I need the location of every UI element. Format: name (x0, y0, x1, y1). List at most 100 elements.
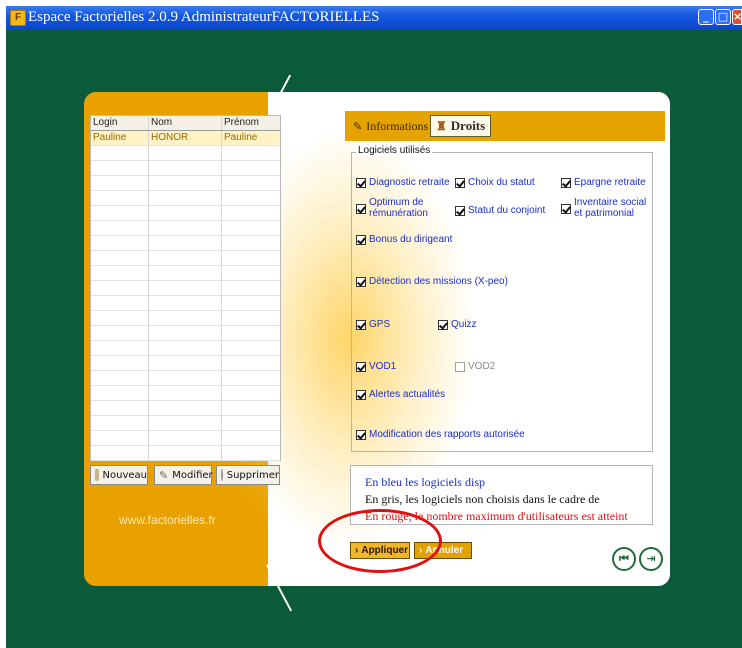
table-cell-empty (222, 281, 280, 295)
minimize-icon[interactable]: _ (698, 9, 714, 25)
table-cell-empty (91, 416, 149, 430)
table-row-empty (91, 326, 280, 341)
table-cell-empty (149, 206, 222, 220)
column-header-prenom[interactable]: Prénom (222, 116, 280, 130)
checkbox-optimum-remuneration[interactable]: Optimum de rémunération (356, 197, 438, 219)
table-cell-empty (91, 326, 149, 340)
new-user-button[interactable]: Nouveau (90, 465, 148, 485)
checkbox-choix-du-statut[interactable]: Choix du statut (455, 177, 535, 188)
table-cell-empty (91, 386, 149, 400)
cancel-label: Annuler (425, 545, 464, 556)
table-cell-empty (91, 176, 149, 190)
users-table[interactable]: Login Nom Prénom Pauline HONOR Pauline (90, 115, 281, 461)
checkbox-bonus-dirigeant[interactable]: Bonus du dirigeant (356, 234, 452, 245)
table-row-empty (91, 251, 280, 266)
checkbox-quizz[interactable]: Quizz (438, 319, 477, 330)
checkbox-label: Détection des missions (X-peo) (369, 276, 508, 287)
table-row-empty (91, 341, 280, 356)
close-icon[interactable]: × (732, 9, 742, 25)
cancel-button[interactable]: › Annuler (414, 542, 472, 559)
chevron-right-icon: › (355, 545, 359, 556)
checkbox-vod1[interactable]: VOD1 (356, 361, 396, 372)
checkbox-label: VOD2 (468, 361, 496, 372)
table-cell-empty (91, 371, 149, 385)
apply-button[interactable]: › Appliquer (350, 542, 410, 559)
table-cell-empty (149, 356, 222, 370)
delete-user-label: Supprimer (226, 469, 279, 481)
checkbox-modification-rapports[interactable]: Modification des rapports autorisée (356, 429, 525, 440)
table-cell-empty (222, 161, 280, 175)
table-cell-empty (91, 161, 149, 175)
maximize-icon[interactable]: □ (715, 9, 731, 25)
table-cell-empty (149, 311, 222, 325)
table-cell-empty (222, 326, 280, 340)
table-row-empty (91, 221, 280, 236)
table-cell-empty (222, 401, 280, 415)
checkbox-diagnostic-retraite[interactable]: Diagnostic retraite (356, 177, 450, 188)
table-cell-empty (149, 221, 222, 235)
table-cell-empty (149, 371, 222, 385)
checkbox-box[interactable] (455, 206, 465, 216)
table-cell-empty (149, 296, 222, 310)
checkbox-label: Bonus du dirigeant (369, 234, 453, 245)
checkbox-label: Diagnostic retraite (369, 177, 450, 188)
checkbox-box[interactable] (455, 178, 465, 188)
checkbox-box[interactable] (561, 204, 571, 214)
new-user-icon (95, 469, 99, 481)
table-cell-empty (149, 251, 222, 265)
column-header-nom[interactable]: Nom (149, 116, 222, 130)
checkbox-epargne-retraite[interactable]: Epargne retraite (561, 177, 646, 188)
checkbox-label: Quizz (451, 319, 477, 330)
exit-icon[interactable]: ⇥ (639, 547, 663, 571)
checkbox-detection-missions[interactable]: Détection des missions (X-peo) (356, 276, 508, 287)
checkbox-box[interactable] (356, 178, 366, 188)
table-cell-empty (149, 161, 222, 175)
table-cell-empty (149, 446, 222, 460)
table-cell-empty (91, 311, 149, 325)
table-cell-empty (222, 176, 280, 190)
checkbox-box[interactable] (356, 204, 366, 214)
checkbox-box[interactable] (356, 235, 366, 245)
table-cell-empty (149, 176, 222, 190)
checkbox-box[interactable] (438, 320, 448, 330)
table-cell-empty (91, 191, 149, 205)
checkbox-box[interactable] (561, 178, 571, 188)
checkbox-gps[interactable]: GPS (356, 319, 390, 330)
edit-user-button[interactable]: ✎ Modifier (154, 465, 213, 485)
title-bar[interactable]: F Espace Factorielles 2.0.9 Administrate… (6, 6, 742, 30)
table-cell-empty (222, 311, 280, 325)
table-cell-empty (222, 431, 280, 445)
table-cell-empty (149, 236, 222, 250)
table-cell-empty (222, 221, 280, 235)
new-user-label: Nouveau (102, 469, 147, 481)
tab-droits-label: Droits (450, 118, 486, 133)
checkbox-alertes-actualites[interactable]: Alertes actualités (356, 389, 445, 400)
tab-informations[interactable]: ✎ Informations (348, 115, 433, 137)
checkbox-box[interactable] (356, 320, 366, 330)
table-cell-empty (149, 431, 222, 445)
table-cell-empty (222, 356, 280, 370)
table-cell-empty (222, 386, 280, 400)
delete-user-button[interactable]: Supprimer (216, 465, 280, 485)
checkbox-box[interactable] (356, 277, 366, 287)
table-row-empty (91, 371, 280, 386)
rewind-icon[interactable]: ⏮ (612, 547, 636, 571)
table-cell-empty (91, 221, 149, 235)
column-header-login[interactable]: Login (91, 116, 149, 130)
legend-limit-reached: En rouge, le nombre maximum d'utilisateu… (365, 509, 628, 523)
table-cell-empty (222, 266, 280, 280)
checkbox-box[interactable] (356, 362, 366, 372)
table-row[interactable]: Pauline HONOR Pauline (91, 131, 280, 146)
tab-droits[interactable]: ♜ Droits (430, 115, 492, 137)
checkbox-statut-du-conjoint[interactable]: Statut du conjoint (455, 205, 545, 216)
checkbox-box[interactable] (356, 430, 366, 440)
checkbox-box (455, 362, 465, 372)
table-cell-empty (149, 266, 222, 280)
table-row-empty (91, 401, 280, 416)
checkbox-box[interactable] (356, 390, 366, 400)
table-cell-empty (222, 191, 280, 205)
checkbox-inventaire-social[interactable]: Inventaire social et patrimonial (561, 197, 649, 219)
table-row-empty (91, 176, 280, 191)
table-cell-empty (91, 341, 149, 355)
checkbox-label: Modification des rapports autorisée (369, 429, 525, 440)
